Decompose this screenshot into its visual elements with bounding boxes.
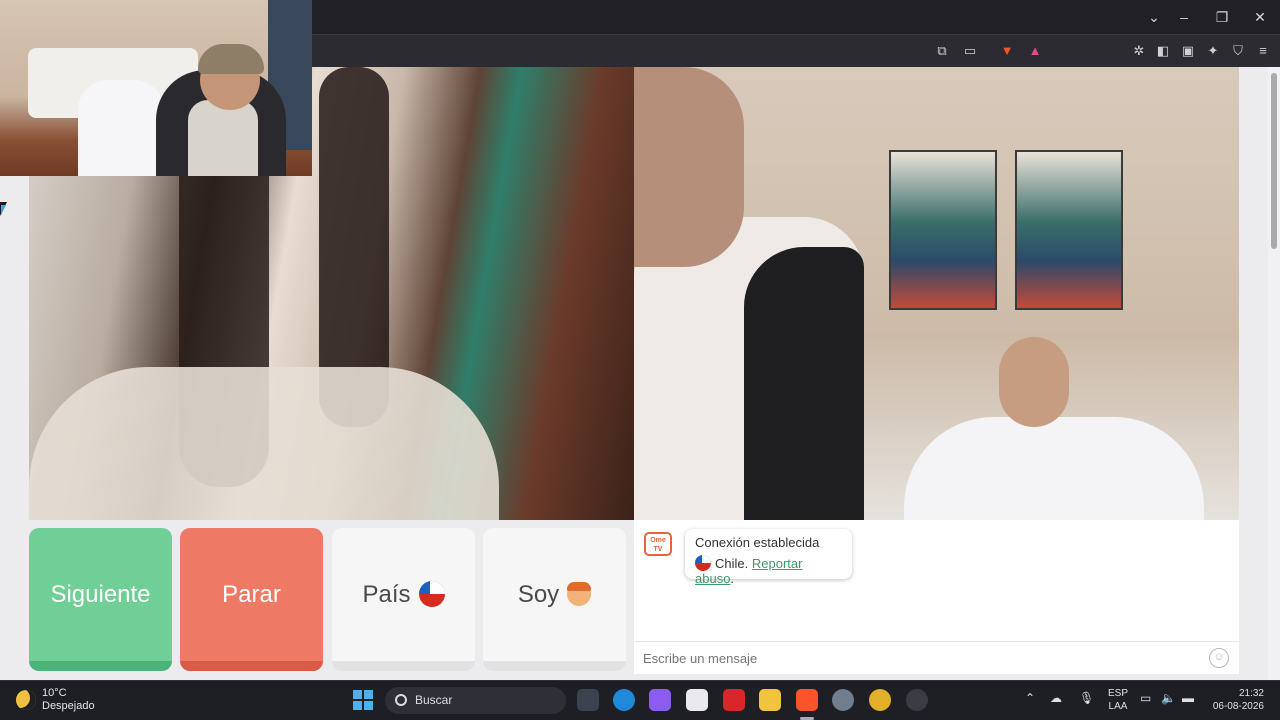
self-video (634, 67, 1239, 520)
poster-image (889, 150, 997, 310)
search-icon (395, 694, 407, 706)
leo-ai-icon[interactable]: ✦ (1204, 42, 1222, 60)
chile-flag-icon (418, 581, 445, 607)
cast-icon[interactable]: ▭ (961, 42, 979, 60)
next-button-label: Siguiente (50, 581, 151, 608)
lang-layout: LAA (1108, 701, 1128, 712)
file-explorer-icon[interactable] (759, 689, 781, 711)
weather-temp: 10°C (42, 687, 67, 699)
video-content (999, 337, 1069, 427)
minimize-button[interactable]: – (1169, 6, 1199, 28)
partner-country-line: Chile. Reportar abuso. (695, 555, 842, 586)
extensions-icon[interactable]: ✲ (1130, 42, 1148, 60)
windows-taskbar: 10°C Despejado Buscar ⌃ ☁ 🎙 ESP LAA ▭ 🔈 … (0, 680, 1280, 720)
weather-widget[interactable]: 10°C Despejado (42, 687, 95, 713)
weather-desc: Despejado (42, 700, 95, 712)
chile-flag-icon (695, 555, 711, 571)
video-content (744, 247, 864, 520)
clock-time: 21:32 (1238, 688, 1264, 699)
language-indicator[interactable]: ESP LAA (1108, 687, 1128, 713)
brave-shield-icon[interactable]: ▼ (998, 42, 1016, 60)
brave-icon[interactable] (796, 689, 818, 711)
video-content (78, 80, 164, 176)
boy-emoji-icon (567, 582, 592, 606)
stop-button[interactable]: Parar (180, 528, 323, 671)
chrome-icon[interactable] (869, 689, 891, 711)
moon-weather-icon[interactable] (16, 690, 36, 710)
gender-button[interactable]: Soy (483, 528, 626, 671)
task-view-icon[interactable] (577, 689, 599, 711)
lang-code: ESP (1108, 688, 1129, 699)
settings-icon[interactable] (832, 689, 854, 711)
wallet-icon[interactable]: ▣ (1179, 42, 1197, 60)
brave-rewards-icon[interactable]: ▲ (1026, 42, 1044, 60)
stop-button-label: Parar (222, 581, 281, 608)
system-message: Conexión establecida Chile. Reportar abu… (685, 529, 852, 586)
close-button[interactable]: ✕ (1245, 6, 1275, 28)
copilot-icon[interactable] (649, 689, 671, 711)
translate-icon[interactable]: ⧉ (933, 42, 951, 60)
network-icon[interactable]: ▭ (1140, 691, 1151, 705)
chevron-up-icon[interactable]: ⌃ (1025, 691, 1035, 705)
video-content (188, 100, 258, 176)
store-icon[interactable] (686, 689, 708, 711)
gender-button-label: Soy (517, 581, 560, 608)
poster-image (1015, 150, 1123, 310)
battery-icon[interactable]: ▬ (1182, 691, 1194, 705)
scrollbar-thumb[interactable] (1271, 73, 1277, 249)
clock-date: 06-08-2026 (1212, 701, 1264, 712)
volume-icon[interactable]: 🔈 (1161, 691, 1176, 705)
country-button-label: País (362, 581, 411, 608)
menu-icon[interactable]: ≡ (1254, 42, 1272, 60)
chat-panel: Ome TV Conexión establecida Chile. Repor… (634, 520, 1239, 674)
ometv-logo-icon: Ome TV (644, 532, 672, 556)
video-content (634, 67, 744, 267)
video-content (198, 44, 264, 74)
report-suffix: . (730, 571, 735, 586)
onedrive-icon[interactable]: ☁ (1050, 691, 1062, 705)
app-l-icon[interactable] (723, 689, 745, 711)
emoji-icon[interactable]: ☺ (1209, 648, 1229, 668)
search-placeholder: Buscar (415, 693, 453, 707)
ometv-logo-text: Ome TV (650, 537, 666, 553)
windows-start-icon[interactable] (353, 690, 373, 710)
next-button[interactable]: Siguiente (29, 528, 172, 671)
partner-country: Chile. (715, 556, 749, 571)
streamer-webcam-overlay (0, 0, 312, 176)
sidebar-icon[interactable]: ◧ (1154, 42, 1172, 60)
restore-button[interactable]: ❐ (1207, 6, 1237, 28)
mouse-cursor-icon (1, 205, 6, 215)
video-content (904, 417, 1204, 520)
message-input[interactable] (643, 648, 1193, 668)
vpn-icon[interactable]: ⛉ (1229, 42, 1247, 60)
microphone-icon[interactable]: 🎙 (1079, 691, 1094, 705)
message-bar: ☺ (634, 641, 1239, 674)
chevron-down-icon[interactable]: ⌄ (1139, 6, 1169, 28)
system-clock[interactable]: 21:32 06-08-2026 (1206, 687, 1264, 713)
report-abuse-link[interactable]: Reportar abuso (695, 556, 802, 586)
country-button[interactable]: País (332, 528, 475, 671)
obs-icon[interactable] (906, 689, 928, 711)
connection-status: Conexión establecida (695, 535, 820, 550)
page-scrollbar[interactable] (1268, 67, 1280, 680)
taskbar-search[interactable]: Buscar (385, 687, 566, 714)
video-content (29, 367, 499, 520)
edge-icon[interactable] (613, 689, 635, 711)
